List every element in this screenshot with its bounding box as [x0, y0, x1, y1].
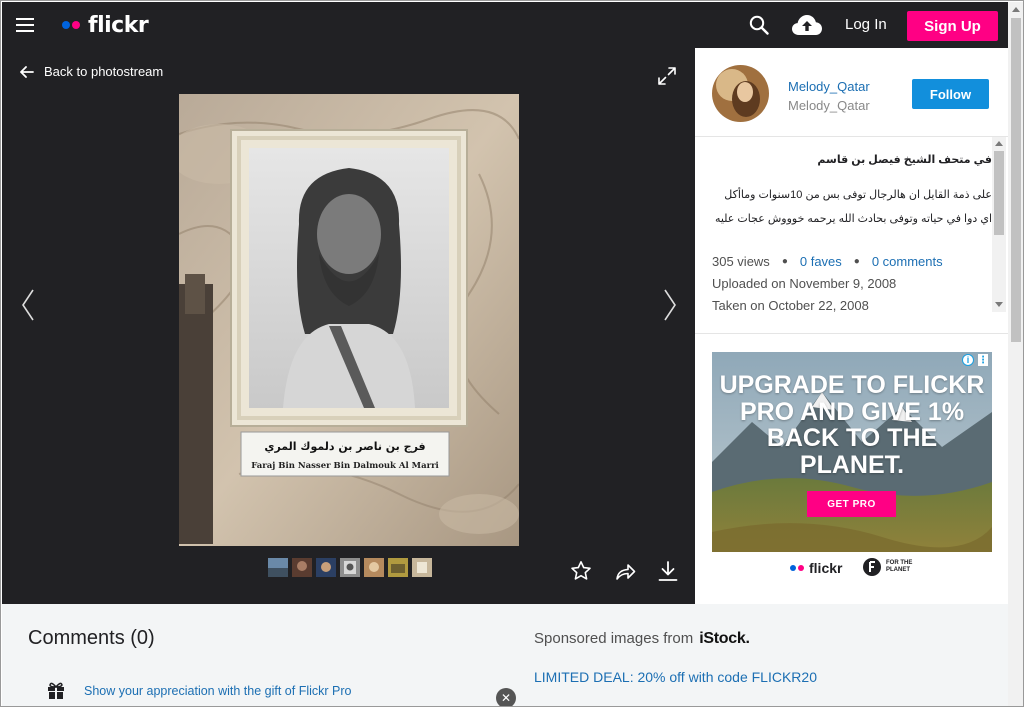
get-pro-button[interactable]: GET PRO [807, 491, 896, 517]
limited-deal-link[interactable]: LIMITED DEAL: 20% off with code FLICKR20 [534, 669, 817, 685]
ad-headline: UPGRADE TO FLICKR PRO AND GIVE 1% BACK T… [719, 371, 985, 479]
uploaded-date: Uploaded on November 9, 2008 [712, 276, 897, 291]
thumbnail-strip [268, 558, 432, 577]
comments-section: Comments (0) Show your appreciation with… [2, 604, 1008, 706]
chevron-right-icon[interactable] [662, 288, 678, 322]
photo-sidebar: Melody_Qatar Melody_Qatar Follow في متحف… [695, 48, 1008, 604]
thumbnail[interactable] [412, 558, 432, 577]
istock-logo[interactable]: iStock. [699, 630, 750, 648]
page-scrollbar-thumb[interactable] [1011, 18, 1021, 342]
thumbnail[interactable] [268, 558, 288, 577]
plaque-arabic-text: فرج بن ناصر بن دلموك المري [264, 440, 425, 454]
sponsored-heading: Sponsored images from iStock. [534, 630, 750, 648]
photo-stats: 305 views ● 0 faves ● 0 comments [712, 254, 943, 269]
taken-date: Taken on October 22, 2008 [712, 298, 869, 313]
comments-link[interactable]: 0 comments [872, 254, 943, 269]
menu-icon[interactable] [16, 18, 34, 32]
browser-frame: flickr Log In Sign Up Back to photostrea… [0, 0, 1024, 707]
flickr-pro-ad[interactable]: i ⋮ UPGRADE TO FLICKR PRO AND GIVE 1% BA… [712, 352, 992, 584]
flickr-logo[interactable]: flickr [62, 12, 149, 38]
photo-description-panel[interactable]: في متحف الشيخ فيصل بن قاسم على ذمة القاي… [695, 137, 1008, 333]
ad-brand-text: flickr [809, 560, 843, 576]
comments-heading: Comments (0) [28, 627, 155, 649]
separator-dot: ● [781, 256, 788, 267]
faves-link[interactable]: 0 faves [800, 254, 842, 269]
username-link[interactable]: Melody_Qatar [788, 79, 870, 94]
back-to-photostream-link[interactable]: Back to photostream [20, 64, 163, 79]
thumbnail[interactable] [340, 558, 360, 577]
gift-icon [48, 682, 64, 699]
planet-icon [863, 558, 881, 576]
download-icon[interactable] [657, 560, 679, 582]
thumbnail[interactable] [292, 558, 312, 577]
divider [695, 333, 1008, 334]
photo-description: على ذمة القايل ان هالرجال توفى بس من 10س… [714, 189, 992, 225]
arrow-left-icon [20, 65, 34, 78]
star-fave-icon[interactable] [570, 560, 592, 582]
description-scrollbar-thumb[interactable] [994, 151, 1004, 235]
photo-title: في متحف الشيخ فيصل بن قاسم [817, 154, 992, 166]
page-scrollbar[interactable] [1008, 2, 1023, 706]
for-the-planet-logo: FOR THE PLANET [862, 557, 912, 577]
sponsored-label: Sponsored images from [534, 630, 694, 647]
views-count: 305 views [712, 254, 770, 269]
description-scrollbar[interactable] [992, 137, 1006, 312]
gift-flickr-pro-link[interactable]: Show your appreciation with the gift of … [84, 684, 351, 698]
ad-footer: flickr FOR THE PLANET [712, 552, 992, 584]
logo-text: flickr [88, 12, 149, 38]
fullscreen-icon[interactable] [657, 66, 677, 86]
login-link[interactable]: Log In [845, 16, 887, 33]
main-photo[interactable]: فرج بن ناصر بن دلموك المري Faraj Bin Nas… [179, 94, 519, 546]
thumbnail[interactable] [364, 558, 384, 577]
share-icon[interactable] [614, 560, 636, 582]
photo-viewer: Back to photostream فرج بن ناصر بن دلموك… [2, 48, 695, 604]
avatar[interactable] [712, 65, 769, 122]
thumbnail[interactable] [316, 558, 336, 577]
ad-info-icon[interactable]: i [962, 354, 974, 366]
search-icon[interactable] [749, 15, 769, 35]
partner-line-2: PLANET [886, 567, 910, 573]
follow-button[interactable]: Follow [912, 79, 989, 109]
close-icon[interactable]: ✕ [496, 688, 516, 706]
thumbnail[interactable] [388, 558, 408, 577]
chevron-left-icon[interactable] [20, 288, 36, 322]
upload-cloud-icon[interactable] [791, 14, 823, 36]
user-alias: Melody_Qatar [788, 98, 870, 113]
ad-flickr-logo: flickr [790, 560, 842, 576]
separator-dot: ● [853, 256, 860, 267]
ad-more-icon[interactable]: ⋮ [978, 354, 988, 366]
plaque-english-text: Faraj Bin Nasser Bin Dalmouk Al Marri [251, 461, 439, 471]
top-navigation-bar: flickr Log In Sign Up [2, 2, 1008, 48]
partner-line-1: FOR THE [886, 560, 913, 566]
back-label: Back to photostream [44, 64, 164, 79]
signup-button[interactable]: Sign Up [907, 11, 998, 41]
